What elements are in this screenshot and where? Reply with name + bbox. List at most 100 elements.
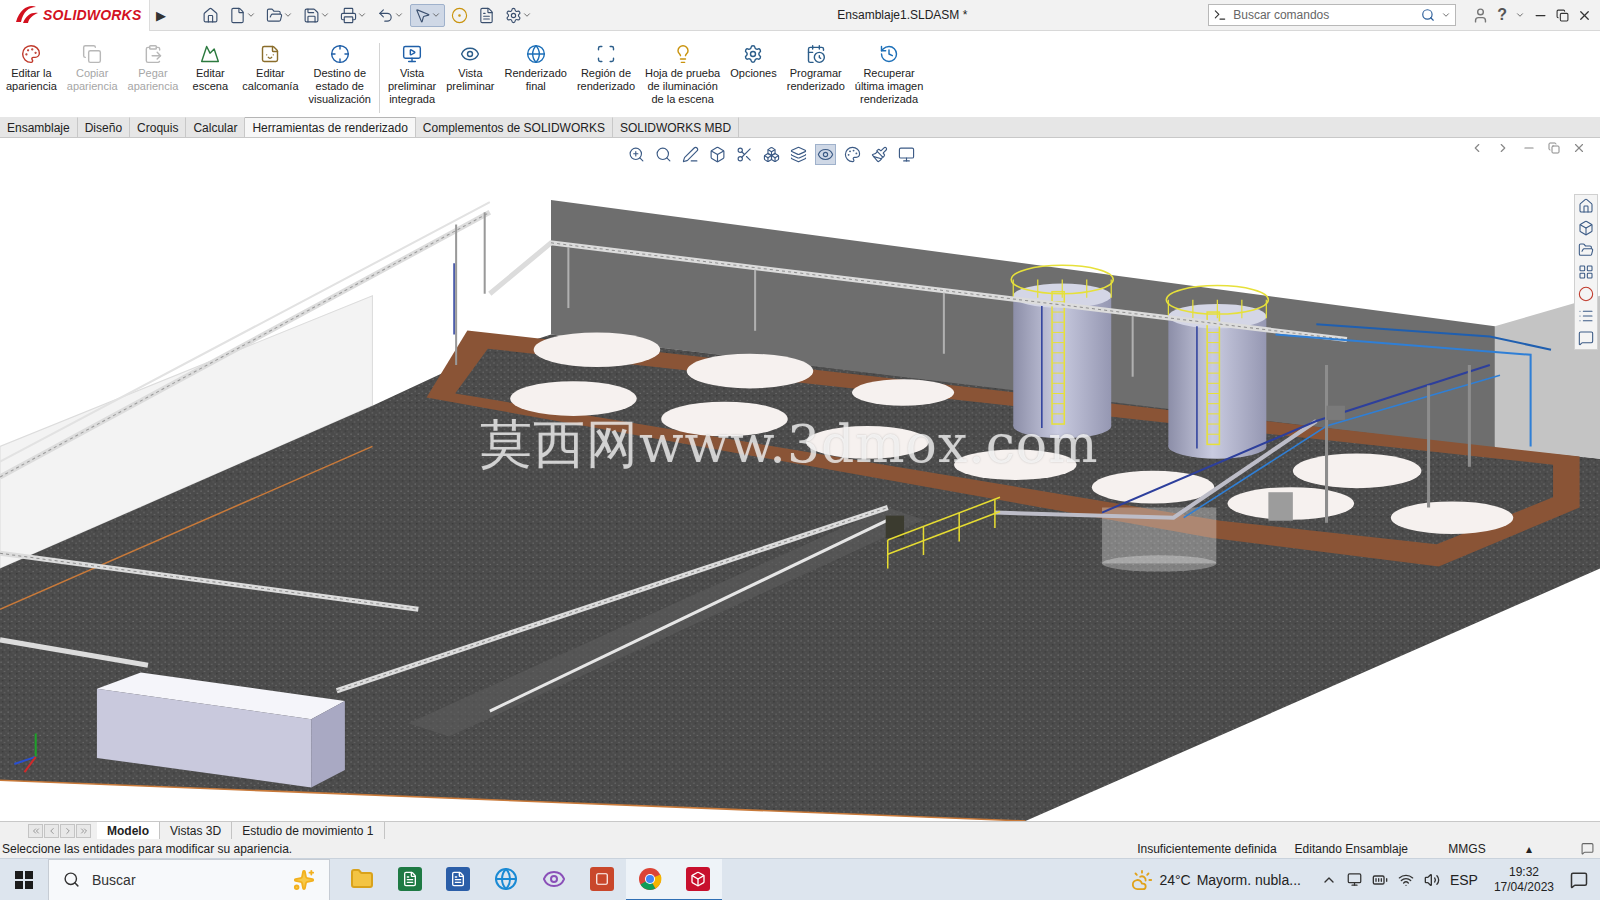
view-button[interactable] <box>896 144 917 165</box>
tab[interactable]: Complementos de SOLIDWORKS <box>416 117 613 137</box>
tab[interactable]: SOLIDWORKS MBD <box>613 117 739 137</box>
tab[interactable]: Calcular <box>186 117 245 137</box>
tab[interactable]: Herramientas de renderizado <box>245 117 415 137</box>
nav-button[interactable] <box>60 824 75 838</box>
ribbon-button[interactable]: Editarcalcomanía <box>238 43 302 93</box>
quick-access-button[interactable] <box>198 4 223 27</box>
tooltip-icon[interactable] <box>1581 842 1594 855</box>
graphics-area[interactable]: 莫西网www.3dmox.com <box>0 138 1600 821</box>
quick-access-button[interactable] <box>474 4 499 27</box>
model-tab[interactable]: Vistas 3D <box>160 822 232 839</box>
solidworks-window: SOLIDWORKS▶Ensamblaje1.SLDASM *Buscar co… <box>0 0 1600 900</box>
ribbon-button[interactable]: Programarrenderizado <box>783 43 849 93</box>
ribbon-button[interactable]: Vistapreliminar <box>442 43 498 93</box>
ribbon-button[interactable]: Pegarapariencia <box>124 43 183 93</box>
restore-icon[interactable] <box>1556 9 1569 22</box>
view-button[interactable] <box>761 144 782 165</box>
status-field[interactable]: ▴ <box>1517 842 1541 856</box>
show-hidden-icon[interactable] <box>1321 872 1337 888</box>
taskbar-app[interactable] <box>530 859 578 900</box>
file-explorer-icon[interactable] <box>1578 242 1594 258</box>
notifications-icon[interactable] <box>1570 871 1588 889</box>
status-field[interactable]: MMGS <box>1417 842 1517 856</box>
ribbon-button[interactable]: Editarescena <box>184 43 236 93</box>
quick-access-button[interactable] <box>410 4 445 27</box>
chrome-icon <box>638 867 662 891</box>
collapse-right-icon[interactable] <box>1496 141 1510 155</box>
input-language[interactable]: ESP <box>1450 872 1478 888</box>
select-icon <box>414 7 431 24</box>
ribbon-button[interactable]: Hoja de pruebade iluminaciónde la escena <box>641 43 724 106</box>
quick-access-button[interactable] <box>501 4 536 27</box>
solidworks-logo[interactable]: SOLIDWORKS <box>0 0 150 31</box>
view-button[interactable] <box>680 144 701 165</box>
quick-access-button[interactable] <box>373 4 408 27</box>
minimize-icon[interactable] <box>1533 8 1548 23</box>
nav-button[interactable] <box>28 824 43 838</box>
view-button[interactable] <box>734 144 755 165</box>
ribbon-button[interactable]: Editar laapariencia <box>2 43 61 93</box>
command-search[interactable]: Buscar comandos <box>1208 4 1456 26</box>
ribbon-button[interactable]: Región derenderizado <box>573 43 639 93</box>
model-tab[interactable]: Estudio de movimiento 1 <box>232 822 384 839</box>
device-icon[interactable] <box>1347 872 1362 887</box>
weather[interactable]: 24°CMayorm. nubla... <box>1131 869 1301 891</box>
nav-button[interactable] <box>76 824 91 838</box>
ribbon-button[interactable]: Vistapreliminarintegrada <box>384 43 440 106</box>
wifi-icon[interactable] <box>1398 872 1414 888</box>
clock[interactable]: 19:3217/04/2023 <box>1488 865 1560 895</box>
close-icon[interactable] <box>1572 141 1586 155</box>
quick-access-button[interactable] <box>447 4 472 27</box>
minimize-icon[interactable] <box>1522 141 1536 155</box>
taskbar-search[interactable]: Buscar <box>48 859 330 900</box>
taskbar-app[interactable] <box>338 859 386 900</box>
quick-access-button[interactable] <box>299 4 334 27</box>
taskbar-app[interactable] <box>674 859 722 900</box>
view-button[interactable] <box>626 144 647 165</box>
tab[interactable]: Ensamblaje <box>0 117 78 137</box>
nav-button[interactable] <box>44 824 59 838</box>
design-library-icon[interactable] <box>1578 220 1594 236</box>
ribbon-button[interactable]: Recuperarúltima imagenrenderizada <box>851 43 927 106</box>
pond <box>1391 501 1513 534</box>
ribbon-button[interactable]: Opciones <box>726 43 780 80</box>
taskbar-app[interactable] <box>482 859 530 900</box>
view-button[interactable] <box>842 144 863 165</box>
taskbar-app[interactable] <box>626 859 674 900</box>
tab[interactable]: Croquis <box>130 117 186 137</box>
view-button[interactable] <box>815 144 836 165</box>
taskbar-app[interactable] <box>578 859 626 900</box>
resources-icon[interactable] <box>1578 198 1594 214</box>
menu-arrow[interactable]: ▶ <box>150 8 174 23</box>
model-tab[interactable]: Modelo <box>97 822 160 839</box>
3d-model-scene[interactable] <box>0 138 1600 821</box>
custom-properties-icon[interactable] <box>1578 308 1594 324</box>
volume-icon[interactable] <box>1424 872 1440 888</box>
collapse-left-icon[interactable] <box>1470 141 1484 155</box>
quick-access-button[interactable] <box>225 4 260 27</box>
preview-icon <box>460 44 480 64</box>
ribbon-button[interactable]: Renderizadofinal <box>501 43 571 93</box>
close-icon[interactable] <box>1577 8 1592 23</box>
taskbar-app[interactable] <box>386 859 434 900</box>
view-button[interactable] <box>788 144 809 165</box>
ribbon-button[interactable]: Destino deestado devisualización <box>305 43 375 106</box>
start-button[interactable] <box>0 859 48 900</box>
tab[interactable]: Diseño <box>78 117 130 137</box>
quick-access-button[interactable] <box>262 4 297 27</box>
quick-access-button[interactable] <box>336 4 371 27</box>
view-button[interactable] <box>869 144 890 165</box>
help-button[interactable]: ? <box>1497 6 1507 24</box>
battery-icon[interactable] <box>1372 872 1388 888</box>
forum-icon[interactable] <box>1578 330 1594 346</box>
taskbar-app[interactable] <box>434 859 482 900</box>
ribbon-label: Editar <box>196 67 225 80</box>
view-palette-icon[interactable] <box>1578 264 1594 280</box>
user-icon[interactable] <box>1472 7 1489 24</box>
ribbon-button[interactable]: Copiarapariencia <box>63 43 122 93</box>
view-button[interactable] <box>653 144 674 165</box>
view-button[interactable] <box>707 144 728 165</box>
restore-icon[interactable] <box>1548 142 1560 154</box>
appearances-icon[interactable] <box>1578 286 1594 302</box>
search-placeholder: Buscar comandos <box>1233 8 1415 22</box>
